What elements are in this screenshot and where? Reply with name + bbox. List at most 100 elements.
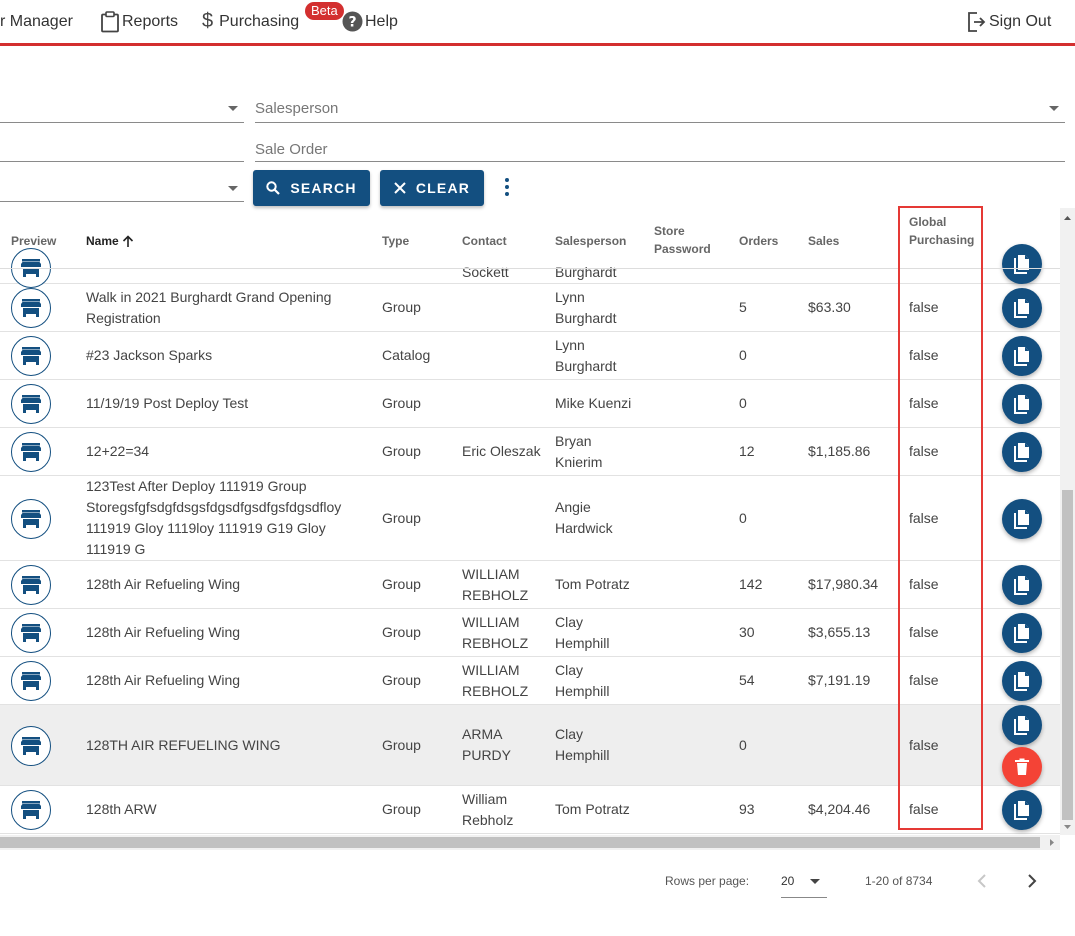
- preview-button[interactable]: [11, 498, 51, 539]
- table-row[interactable]: 12+22=34 Group Eric Oleszak Bryan Knierim 12…: [0, 428, 1060, 476]
- preview-button[interactable]: [11, 725, 51, 766]
- copy-button[interactable]: [1002, 336, 1042, 376]
- nav-purchasing[interactable]: $ Purchasing: [202, 0, 299, 43]
- sale-order-label: Sale Order: [255, 141, 328, 158]
- store-icon: [21, 736, 41, 755]
- nav-reports[interactable]: Reports: [100, 0, 178, 43]
- preview-button[interactable]: [11, 661, 51, 701]
- cell-name: Walk in 2021 Burghardt Grand Opening Reg…: [86, 288, 332, 326]
- clipboard-icon: [101, 10, 119, 32]
- scroll-up-icon[interactable]: [1060, 212, 1075, 224]
- cell-contact: [462, 476, 542, 560]
- clear-button[interactable]: CLEAR: [380, 170, 484, 206]
- cell-salesperson: Clay Hemphill: [555, 613, 610, 651]
- search-button[interactable]: SEARCH: [253, 170, 370, 206]
- search-label: SEARCH: [290, 180, 357, 196]
- header-text: Purchasing: [909, 233, 975, 247]
- cell-type: Group: [382, 576, 421, 592]
- cell-orders: 93: [739, 801, 755, 817]
- table-row[interactable]: Walk in 2021 Burghardt Grand Opening Reg…: [0, 284, 1060, 332]
- table-row[interactable]: 128th Air Refueling Wing Group WILLIAM REB…: [0, 657, 1060, 705]
- copy-icon: [1014, 801, 1029, 820]
- horizontal-scrollbar[interactable]: [0, 835, 1060, 850]
- chevron-down-icon: [1049, 106, 1059, 111]
- salesperson-label: Salesperson: [255, 100, 339, 117]
- copy-button[interactable]: [1002, 432, 1042, 472]
- preview-button[interactable]: [11, 790, 51, 830]
- copy-button[interactable]: [1002, 384, 1042, 424]
- table-row-partial[interactable]: Sockett Burghardt: [0, 244, 1060, 288]
- copy-button[interactable]: [1002, 565, 1042, 605]
- chevron-down-icon: [228, 186, 238, 191]
- next-page-icon[interactable]: [1025, 873, 1039, 889]
- beta-badge: Beta: [305, 2, 344, 20]
- nav-label: Purchasing: [219, 12, 300, 30]
- horizontal-scroll-thumb[interactable]: [0, 837, 1040, 848]
- cell-global-purchasing: false: [909, 624, 939, 640]
- sale-order-input[interactable]: Sale Order: [255, 136, 1065, 162]
- salesperson-select[interactable]: Salesperson: [255, 96, 1065, 123]
- copy-button[interactable]: [1002, 288, 1042, 328]
- cell-salesperson: Tom Potratz: [555, 576, 630, 592]
- cell-sales: [808, 380, 893, 427]
- table-row[interactable]: 128TH AIR REFUELING WING Group ARMA PURDY C…: [0, 705, 1060, 787]
- rows-per-page-select[interactable]: 20: [781, 868, 827, 898]
- cell-salesperson: Clay Hemphill: [555, 726, 610, 763]
- scroll-right-icon[interactable]: [1046, 835, 1058, 850]
- cell-type: Group: [382, 443, 421, 459]
- cell-global-purchasing: false: [909, 509, 939, 526]
- copy-button[interactable]: [1002, 244, 1042, 284]
- filter-input-2[interactable]: [0, 136, 244, 162]
- cell-sales: $63.30: [808, 299, 851, 315]
- delete-button[interactable]: [1002, 747, 1042, 787]
- copy-button[interactable]: [1002, 705, 1042, 745]
- pagination-range: 1-20 of 8734: [865, 874, 933, 888]
- header-type: Type: [382, 234, 410, 248]
- nav-order-manager[interactable]: r Manager: [0, 0, 73, 43]
- copy-icon: [1014, 624, 1029, 643]
- nav-help[interactable]: ? Help: [342, 0, 398, 43]
- cell-orders: 0: [739, 509, 747, 526]
- cell-name: 123Test After Deploy 111919 Group Storeg…: [86, 478, 342, 557]
- nav-label: r Manager: [0, 12, 73, 30]
- table-row[interactable]: 123Test After Deploy 111919 Group Storeg…: [0, 476, 1060, 561]
- copy-button[interactable]: [1002, 498, 1042, 539]
- stores-table: Preview Name Type Contact Salesperson St…: [0, 208, 1060, 836]
- table-row[interactable]: #23 Jackson Sparks Catalog Lynn Burghardt 0…: [0, 332, 1060, 380]
- trash-icon: [1015, 758, 1029, 775]
- copy-icon: [1014, 299, 1029, 318]
- cell-salesperson: Bryan Knierim: [555, 432, 603, 470]
- table-row[interactable]: 11/19/19 Post Deploy Test Group Mike Kuenz…: [0, 380, 1060, 428]
- rows-per-page-value: 20: [781, 874, 795, 888]
- header-divider: [0, 268, 1060, 269]
- preview-button[interactable]: [11, 613, 51, 653]
- table-row[interactable]: 128th Air Refueling Wing Group WILLIAM REB…: [0, 561, 1060, 609]
- scroll-down-icon[interactable]: [1060, 821, 1075, 833]
- preview-button[interactable]: [11, 565, 51, 605]
- vertical-scrollbar[interactable]: [1060, 208, 1075, 835]
- header-global-purchasing: Global Purchasing: [909, 213, 974, 249]
- more-options-icon[interactable]: [503, 178, 511, 198]
- copy-button[interactable]: [1002, 661, 1042, 701]
- copy-icon: [1014, 672, 1029, 691]
- preview-button[interactable]: [11, 432, 51, 472]
- vertical-scroll-thumb[interactable]: [1062, 490, 1073, 820]
- prev-page-icon[interactable]: [975, 873, 989, 889]
- header-name[interactable]: Name: [86, 232, 134, 250]
- preview-button[interactable]: [11, 384, 51, 424]
- store-icon: [21, 672, 41, 690]
- copy-icon: [1014, 255, 1029, 274]
- preview-button[interactable]: [11, 336, 51, 376]
- filter-dropdown-1[interactable]: [0, 96, 244, 123]
- cell-contact: WILLIAM REBHOLZ: [462, 661, 529, 699]
- table-row[interactable]: 128th Air Refueling Wing Group WILLIAM REB…: [0, 609, 1060, 657]
- cell-global-purchasing: false: [909, 736, 939, 753]
- cell-contact: Sockett: [462, 264, 509, 280]
- header-contact: Contact: [462, 234, 507, 248]
- preview-button[interactable]: [11, 288, 51, 328]
- filter-dropdown-3[interactable]: [0, 174, 244, 202]
- copy-button[interactable]: [1002, 613, 1042, 653]
- copy-button[interactable]: [1002, 790, 1042, 830]
- sign-out-button[interactable]: Sign Out: [966, 0, 1051, 43]
- table-row[interactable]: 128th ARW Group William Rebholz Tom Potratz…: [0, 786, 1060, 834]
